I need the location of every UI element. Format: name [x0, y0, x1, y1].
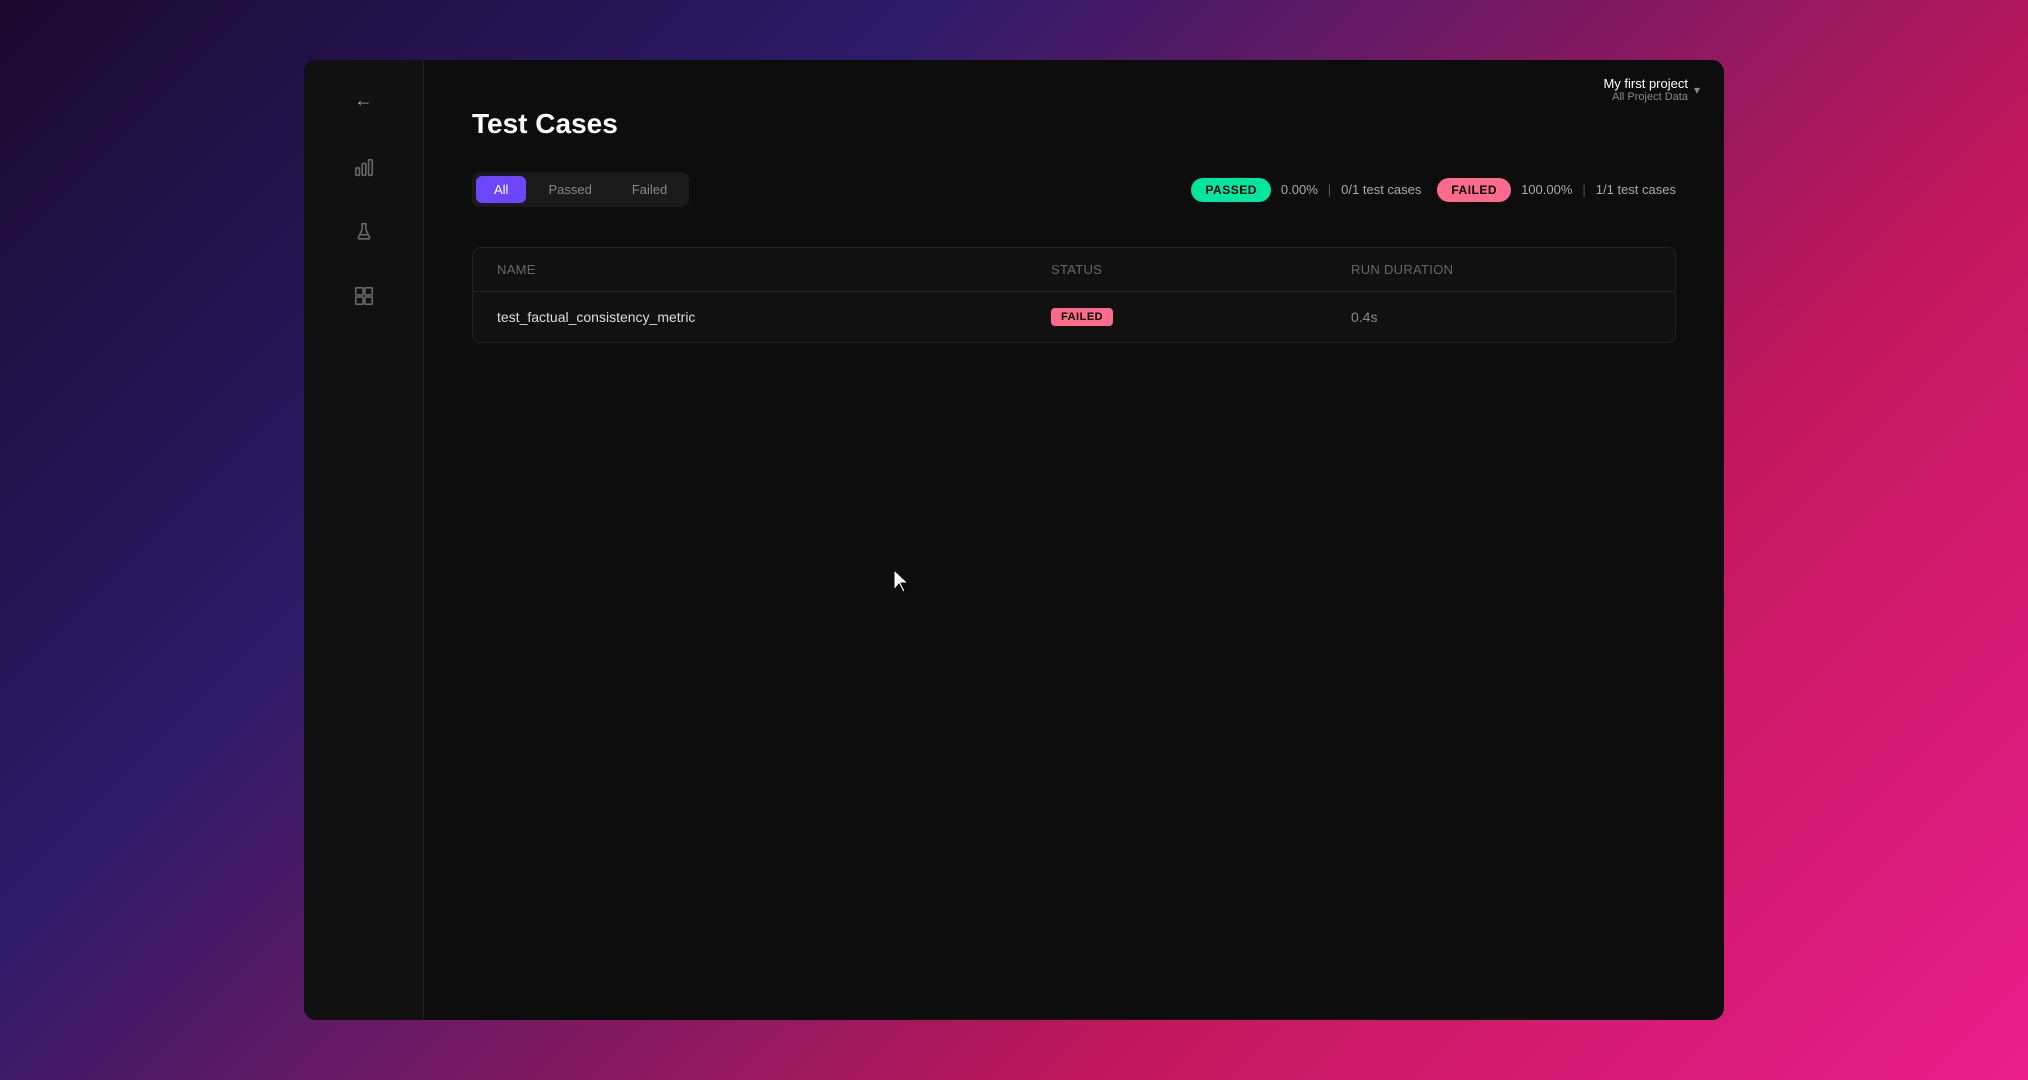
project-name: My first project	[1603, 76, 1688, 91]
main-content: Test Cases All Passed Failed PASSED 0.00…	[424, 60, 1724, 1020]
filter-bar: All Passed Failed PASSED 0.00% | 0/1 tes…	[472, 172, 1676, 207]
passed-count: 0/1 test cases	[1341, 182, 1421, 197]
failed-separator: |	[1582, 182, 1585, 197]
column-header-name: Name	[497, 262, 1051, 277]
stats-row: PASSED 0.00% | 0/1 test cases FAILED 100…	[1191, 178, 1676, 202]
sidebar: ←	[304, 60, 424, 1020]
passed-separator: |	[1328, 182, 1331, 197]
row-name: test_factual_consistency_metric	[497, 309, 1051, 325]
table-row[interactable]: test_factual_consistency_metric FAILED 0…	[473, 292, 1675, 342]
sidebar-item-reports[interactable]	[340, 272, 388, 320]
passed-badge: PASSED	[1191, 178, 1270, 202]
failed-percentage: 100.00%	[1521, 182, 1572, 197]
column-header-status: Status	[1051, 262, 1351, 277]
table-header: Name Status Run Duration	[473, 248, 1675, 292]
passed-percentage: 0.00%	[1281, 182, 1318, 197]
project-info[interactable]: My first project All Project Data	[1603, 76, 1688, 103]
top-bar: My first project All Project Data ▾	[1579, 60, 1724, 119]
page-title: Test Cases	[472, 108, 1676, 140]
failed-count: 1/1 test cases	[1596, 182, 1676, 197]
filter-tabs: All Passed Failed	[472, 172, 689, 207]
failed-stat-group: FAILED 100.00% | 1/1 test cases	[1437, 178, 1676, 202]
filter-tab-all[interactable]: All	[476, 176, 526, 203]
filter-tab-passed[interactable]: Passed	[530, 176, 609, 203]
filter-tab-failed[interactable]: Failed	[614, 176, 685, 203]
flask-icon	[353, 221, 375, 243]
row-status: FAILED	[1051, 308, 1351, 326]
test-cases-table: Name Status Run Duration test_factual_co…	[472, 247, 1676, 343]
sidebar-item-analytics[interactable]	[340, 144, 388, 192]
passed-stat-group: PASSED 0.00% | 0/1 test cases	[1191, 178, 1421, 202]
bar-chart-icon	[353, 157, 375, 179]
back-arrow-icon: ←	[355, 90, 373, 111]
sidebar-item-experiments[interactable]	[340, 208, 388, 256]
failed-badge: FAILED	[1437, 178, 1511, 202]
project-subtitle: All Project Data	[1603, 91, 1688, 103]
chevron-down-icon: ▾	[1694, 83, 1700, 97]
report-icon	[353, 285, 375, 307]
status-badge: FAILED	[1051, 308, 1113, 326]
back-button[interactable]: ←	[344, 80, 384, 120]
row-duration: 0.4s	[1351, 309, 1651, 325]
column-header-run-duration: Run Duration	[1351, 262, 1651, 277]
